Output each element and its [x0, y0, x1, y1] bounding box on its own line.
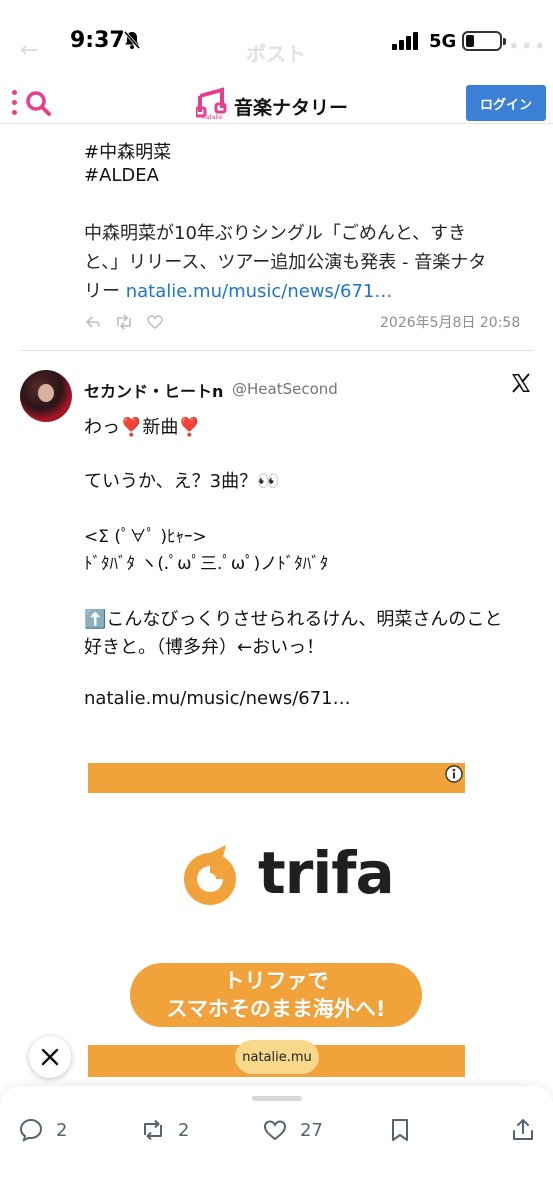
more-options-icon[interactable]: ••• [508, 34, 546, 58]
bookmark-icon [392, 1119, 408, 1141]
reply-icon[interactable] [84, 313, 102, 331]
reply-icon [19, 1118, 43, 1142]
trifa-logo-icon [184, 845, 236, 905]
divider [20, 350, 534, 351]
ad-cta-pill[interactable]: トリファで スマホそのまま海外へ! [130, 963, 422, 1027]
logo-subtext: natalie [202, 114, 223, 121]
heart-icon [263, 1120, 287, 1141]
user-handle[interactable]: @HeatSecond [232, 380, 338, 398]
clock-time: 9:37 [70, 28, 125, 53]
embed-actions [84, 313, 174, 333]
ad-info-icon[interactable] [445, 765, 463, 783]
site-header: natalie 音楽ナタリー ログイン [0, 84, 553, 124]
post-text-line: リー natalie.mu/music/news/671… [84, 277, 392, 303]
article-link[interactable]: natalie.mu/music/news/671… [126, 281, 393, 302]
page-title-ghost: ポスト [246, 42, 306, 66]
x-logo-icon[interactable] [510, 372, 532, 394]
hashtag-link[interactable]: #中森明菜 [84, 138, 171, 164]
like-button[interactable]: 27 [262, 1116, 323, 1144]
post-text-line: 好きと。（博多弁）←おいっ！ [84, 637, 325, 658]
post-text-line: ていうか、え？3曲？👀 [84, 471, 280, 492]
ad-top-bar [88, 763, 465, 793]
like-icon[interactable] [146, 313, 164, 331]
ad-cta-line: スマホそのまま海外へ! [166, 997, 386, 1021]
login-button[interactable]: ログイン [466, 85, 546, 121]
reply-button[interactable]: 2 [18, 1116, 67, 1144]
share-button[interactable] [510, 1116, 536, 1144]
cellular-signal-icon [392, 32, 418, 50]
close-icon [41, 1048, 59, 1066]
like-count: 27 [300, 1119, 323, 1141]
post-text-prefix: リー [84, 281, 126, 302]
ad-cta-line: トリファで [223, 969, 329, 993]
logo-text: 音楽ナタリー [234, 97, 349, 119]
sheet-grabber[interactable] [252, 1096, 302, 1101]
post-date: 2026年5月8日 20:58 [380, 315, 521, 331]
battery-icon [462, 31, 506, 51]
domain-chip[interactable]: natalie.mu [235, 1040, 319, 1074]
repost-icon[interactable] [114, 313, 134, 331]
post-text-line: ﾄﾞﾀﾊﾞﾀ ヽ(.ﾟωﾟ三.ﾟωﾟ)ノﾄﾞﾀﾊﾞﾀ [84, 554, 329, 574]
repost-button[interactable]: 2 [140, 1116, 189, 1144]
search-icon[interactable] [24, 89, 52, 117]
reply-count: 2 [56, 1119, 68, 1141]
close-ad-button[interactable] [29, 1036, 71, 1078]
bottom-action-bar: 2 2 27 [0, 1086, 553, 1200]
share-icon [513, 1119, 533, 1140]
back-arrow-icon[interactable]: ← [20, 38, 38, 63]
status-bar: ← ポスト ••• 9:37 5G [0, 0, 553, 84]
avatar[interactable] [20, 370, 72, 422]
post-text-line: 中森明菜が10年ぶりシングル「ごめんと、すき [84, 223, 467, 244]
bell-muted-icon [123, 31, 141, 49]
post-text-line: <Σ (ﾟ∀ﾟ )ﾋｬｰ> [84, 527, 207, 547]
ad-brand-name: trifa [258, 839, 395, 907]
menu-dots-icon[interactable] [12, 90, 20, 116]
bookmark-button[interactable] [387, 1116, 413, 1144]
repost-count: 2 [178, 1119, 190, 1141]
post-text-line: わっ❣️新曲❣️ [84, 417, 201, 438]
network-type: 5G [429, 31, 457, 52]
hashtag-link[interactable]: #ALDEA [84, 165, 159, 186]
post-text-line: と、」リリース、ツアー追加公演も発表 - 音楽ナタ [84, 252, 487, 273]
post-text-line: ⬆️こんなびっくりさせられるけん、明菜さんのこと [84, 609, 503, 630]
username[interactable]: セカンド・ヒートn [84, 378, 223, 402]
repost-icon [144, 1119, 162, 1141]
article-link[interactable]: natalie.mu/music/news/671… [84, 688, 351, 709]
ad-banner[interactable]: trifa トリファで スマホそのまま海外へ! [88, 763, 465, 1077]
